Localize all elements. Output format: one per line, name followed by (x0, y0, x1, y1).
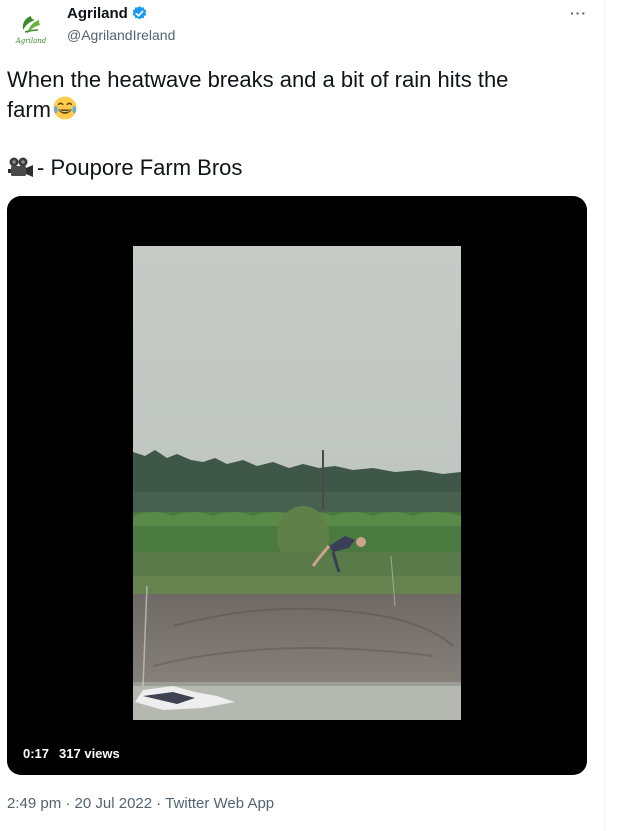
movie-camera-icon (8, 157, 33, 177)
separator-dot: · (152, 795, 166, 812)
tweet-date[interactable]: 20 Jul 2022 (75, 795, 153, 812)
display-name[interactable]: Agriland (67, 5, 128, 22)
more-options-icon[interactable]: ··· (570, 5, 587, 21)
tweet-time[interactable]: 2:49 pm (7, 795, 61, 812)
tweet-metadata: 2:49 pm · 20 Jul 2022 · Twitter Web App (7, 795, 274, 812)
video-views: 317 views (59, 746, 120, 761)
tweet-text: When the heatwave breaks and a bit of ra… (7, 65, 587, 125)
logo-text: Agriland (15, 36, 47, 45)
column-divider (604, 0, 605, 831)
video-stats: 0:17 317 views (23, 746, 120, 761)
tweet-source[interactable]: Twitter Web App (165, 795, 274, 812)
video-thumbnail (133, 246, 461, 720)
face-with-tears-of-joy-icon (53, 96, 77, 120)
tweet: Agriland Agriland @AgrilandIreland ··· W… (0, 0, 604, 831)
separator-dot: · (61, 795, 75, 812)
video-frame (133, 246, 461, 720)
author-handle[interactable]: @AgrilandIreland (67, 27, 175, 43)
verified-badge-icon (132, 6, 147, 20)
tweet-text-fragment: farm (7, 97, 51, 122)
tweet-text-line: farm (7, 95, 587, 125)
credit-text: - Poupore Farm Bros (37, 155, 243, 180)
video-credit: - Poupore Farm Bros (7, 153, 242, 183)
tweet-text-line: When the heatwave breaks and a bit of ra… (7, 67, 509, 92)
avatar[interactable]: Agriland (8, 6, 54, 52)
video-duration: 0:17 (23, 746, 50, 761)
author-name-row: Agriland (67, 5, 148, 22)
video-player[interactable]: 0:17 317 views (7, 196, 587, 775)
agriland-logo-icon (22, 15, 40, 34)
